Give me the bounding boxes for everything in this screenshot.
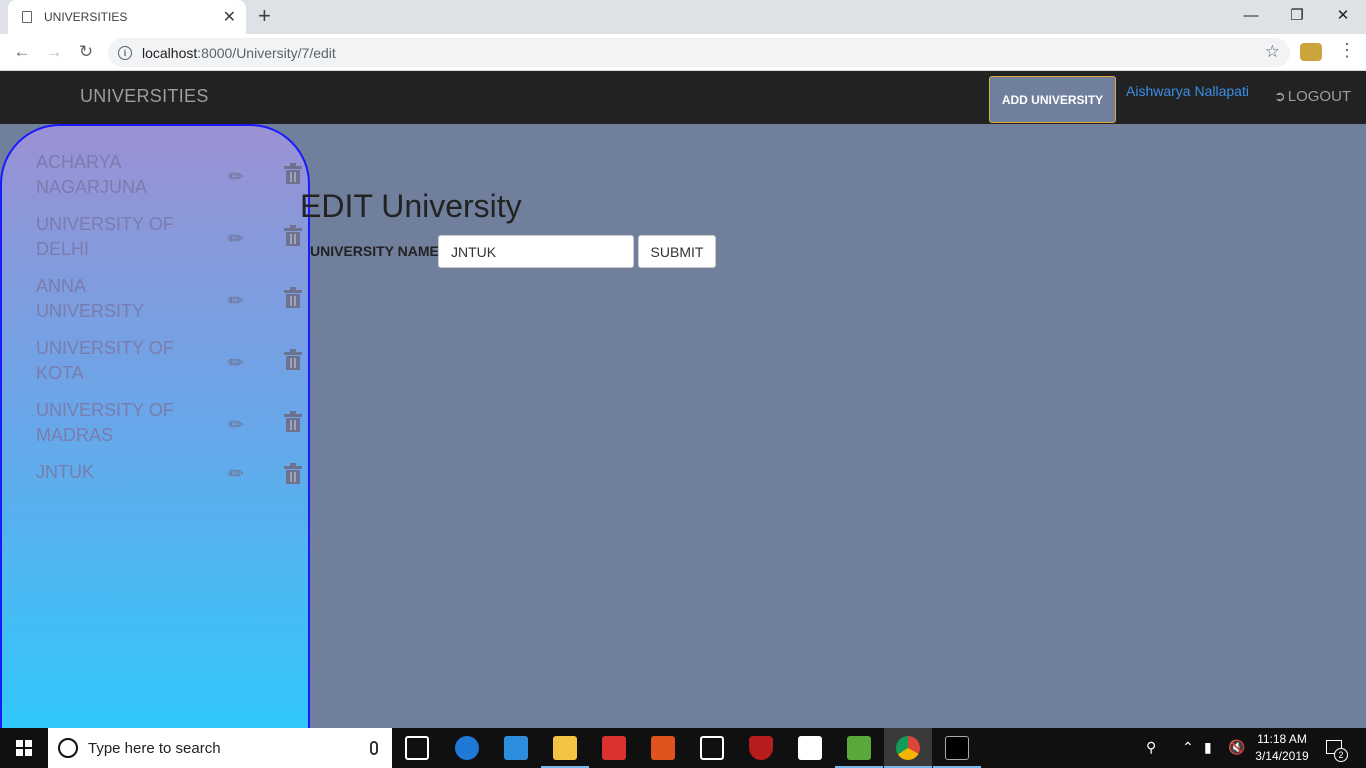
university-name[interactable]: ACHARYA NAGARJUNA <box>36 150 206 200</box>
university-name[interactable]: JNTUK <box>36 460 206 485</box>
new-tab-button[interactable]: + <box>258 5 271 27</box>
pencil-icon[interactable]: ✏ <box>228 463 244 486</box>
clock-date: 3/14/2019 <box>1255 749 1309 763</box>
logout-icon: ➲ <box>1274 88 1286 104</box>
university-name-label: UNIVERSITY NAME: <box>310 243 444 259</box>
trash-icon[interactable] <box>284 287 302 308</box>
submit-button[interactable]: SUBMIT <box>638 235 716 268</box>
university-name[interactable]: UNIVERSITY OF MADRAS <box>36 398 206 448</box>
windows-taskbar: Type here to search ⚲ ⌃ ▮ 🔇 11:18 AM 3/1… <box>0 728 1366 768</box>
pencil-icon[interactable]: ✏ <box>228 414 244 437</box>
mail-icon[interactable] <box>798 736 822 760</box>
notification-badge: 2 <box>1334 748 1348 762</box>
back-arrow-icon[interactable]: ← <box>10 40 34 64</box>
chrome-icon[interactable] <box>896 736 920 760</box>
logout-link[interactable]: ➲ LOGOUT <box>1274 88 1351 105</box>
university-name-input[interactable] <box>438 235 634 268</box>
start-button[interactable] <box>0 728 48 768</box>
browser-menu-icon[interactable]: ⋮ <box>1338 41 1356 59</box>
url-host: localhost <box>142 44 198 61</box>
trash-icon[interactable] <box>284 225 302 246</box>
store-icon[interactable] <box>504 736 528 760</box>
url-path: :8000/University/7/edit <box>197 44 336 61</box>
mcafee-icon[interactable] <box>749 736 773 760</box>
taskbar-search[interactable]: Type here to search <box>48 728 392 768</box>
minimize-button[interactable]: — <box>1228 0 1274 30</box>
task-view-icon[interactable] <box>405 736 429 760</box>
pencil-icon[interactable]: ✏ <box>228 228 244 251</box>
window-close-button[interactable]: ✕ <box>1320 0 1366 30</box>
trash-icon[interactable] <box>284 349 302 370</box>
app-navbar: UNIVERSITIES ADD UNIVERSITY Aishwarya Na… <box>0 71 1366 124</box>
restore-button[interactable]: ❐ <box>1274 0 1320 30</box>
university-name[interactable]: UNIVERSITY OF KOTA <box>36 336 206 386</box>
cortana-icon <box>58 738 78 758</box>
taskbar-clock[interactable]: 11:18 AM 3/14/2019 <box>1254 731 1310 765</box>
page-icon <box>22 11 32 23</box>
pencil-icon[interactable]: ✏ <box>228 290 244 313</box>
tab-title: UNIVERSITIES <box>44 10 128 24</box>
edge-icon[interactable] <box>455 736 479 760</box>
volume-muted-icon[interactable]: 🔇 <box>1228 739 1245 756</box>
user-name-link[interactable]: Aishwarya Nallapati <box>1126 83 1249 99</box>
office-app-icon[interactable] <box>651 736 675 760</box>
pencil-icon[interactable]: ✏ <box>228 166 244 189</box>
reader-app-icon[interactable] <box>602 736 626 760</box>
add-university-button[interactable]: ADD UNIVERSITY <box>989 76 1116 123</box>
logout-label: LOGOUT <box>1287 88 1352 105</box>
address-bar[interactable]: i localhost :8000/University/7/edit ☆ <box>108 38 1290 67</box>
news-app-icon[interactable] <box>700 736 724 760</box>
chevron-up-icon[interactable]: ⌃ <box>1182 739 1194 756</box>
trash-icon[interactable] <box>284 463 302 484</box>
browser-tabstrip: UNIVERSITIES ✕ + — ❐ ✕ <box>0 0 1366 34</box>
site-info-icon[interactable]: i <box>118 45 132 60</box>
extension-icon[interactable] <box>1300 43 1322 61</box>
terminal-icon[interactable] <box>945 736 969 760</box>
reload-icon[interactable]: ↻ <box>74 40 98 64</box>
browser-tab[interactable]: UNIVERSITIES ✕ <box>8 0 246 34</box>
university-name[interactable]: ANNA UNIVERSITY <box>36 274 156 324</box>
windows-logo-icon <box>16 740 32 756</box>
page-title: EDIT University <box>300 188 522 224</box>
bookmark-star-icon[interactable]: ☆ <box>1265 42 1280 62</box>
trash-icon[interactable] <box>284 411 302 432</box>
brand-title[interactable]: UNIVERSITIES <box>80 86 209 107</box>
battery-icon[interactable]: ▮ <box>1204 739 1212 756</box>
people-icon[interactable]: ⚲ <box>1146 739 1156 756</box>
pencil-icon[interactable]: ✏ <box>228 352 244 375</box>
tab-close-icon[interactable]: ✕ <box>223 7 236 27</box>
university-sidebar: ACHARYA NAGARJUNA ✏ UNIVERSITY OF DELHI … <box>0 124 310 744</box>
university-name[interactable]: UNIVERSITY OF DELHI <box>36 212 206 262</box>
notepad-plus-icon[interactable] <box>847 736 871 760</box>
trash-icon[interactable] <box>284 163 302 184</box>
microphone-icon[interactable] <box>370 741 378 755</box>
forward-arrow-icon[interactable]: → <box>42 40 66 64</box>
search-placeholder: Type here to search <box>88 739 221 757</box>
clock-time: 11:18 AM <box>1257 732 1307 746</box>
file-explorer-icon[interactable] <box>553 736 577 760</box>
browser-toolbar: ← → ↻ i localhost :8000/University/7/edi… <box>0 34 1366 71</box>
